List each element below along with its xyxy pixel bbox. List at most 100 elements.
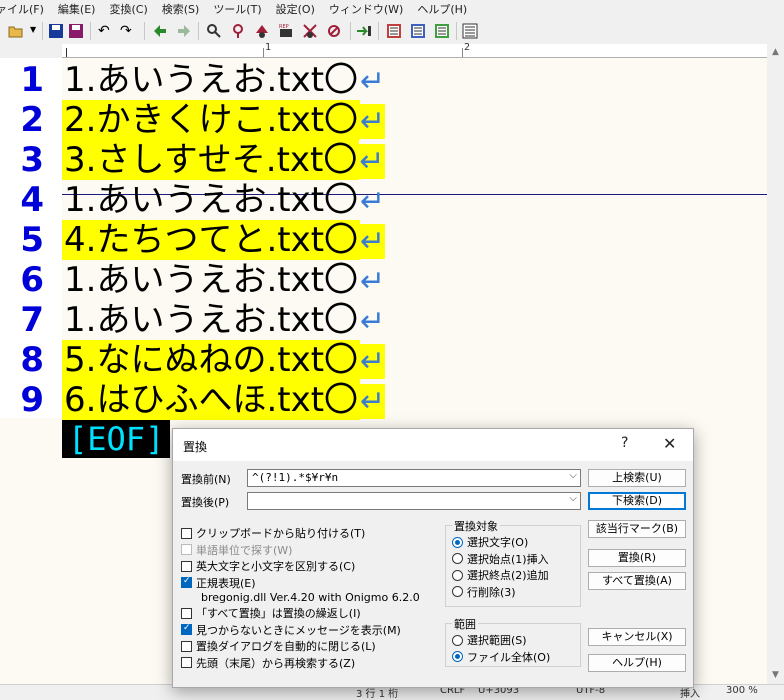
option-label: 英大文字と小文字を区別する(C) bbox=[196, 560, 356, 573]
return-mark-icon: ↵ bbox=[360, 344, 386, 379]
line-number: 1 bbox=[20, 60, 44, 100]
chevron-down-icon[interactable]: ⌵ bbox=[569, 493, 577, 504]
option-label: 置換ダイアログを自動的に閉じる(L) bbox=[196, 640, 376, 653]
find-prev-icon[interactable] bbox=[230, 23, 246, 39]
save-all-icon[interactable] bbox=[68, 23, 84, 39]
radio-option[interactable]: ファイル全体(O) bbox=[452, 649, 550, 665]
find-input-value: ^(?!1).*$¥r¥n bbox=[252, 471, 339, 484]
ruler: 1 2 bbox=[62, 42, 767, 58]
replace-input[interactable]: ⌵ bbox=[247, 492, 581, 510]
checkbox-icon bbox=[181, 527, 192, 539]
menu-item[interactable]: ウィンドウ(W) bbox=[329, 1, 403, 17]
menu-item[interactable]: 編集(E) bbox=[58, 1, 96, 17]
checkbox-icon bbox=[181, 607, 192, 619]
radio-option[interactable]: 選択始点(1)挿入 bbox=[452, 551, 549, 567]
return-mark-icon: ↵ bbox=[359, 144, 385, 179]
radio-option[interactable]: 選択範囲(S) bbox=[452, 632, 527, 648]
back-arrow-icon[interactable] bbox=[152, 23, 168, 39]
open-folder-icon[interactable] bbox=[8, 23, 24, 39]
menu-item[interactable]: ァイル(F) bbox=[0, 1, 44, 17]
radio-option[interactable]: 行削除(3) bbox=[452, 584, 516, 600]
help-icon[interactable]: ? bbox=[621, 435, 628, 451]
editor-line[interactable]: 1.あいうえお.txt〇↵ bbox=[62, 260, 385, 300]
close-icon[interactable]: ✕ bbox=[663, 434, 676, 453]
option-checkbox[interactable]: 見つからないときにメッセージを表示(M) bbox=[181, 622, 401, 638]
replace-button[interactable]: 置換(R) bbox=[588, 549, 686, 567]
line-text: 4.たちつてと.txt〇 bbox=[62, 220, 361, 260]
checkbox-icon bbox=[181, 560, 192, 572]
editor-line[interactable]: 2.かきくけこ.txt〇↵ bbox=[62, 100, 386, 140]
tag-jump-icon[interactable] bbox=[356, 23, 372, 39]
help-button[interactable]: ヘルプ(H) bbox=[588, 654, 686, 672]
checkbox-icon bbox=[181, 657, 192, 668]
menu-item[interactable]: ツール(T) bbox=[213, 1, 261, 17]
menu-item[interactable]: 変換(C) bbox=[109, 1, 147, 17]
redo-icon[interactable]: ↷ bbox=[120, 23, 136, 39]
vertical-scrollbar[interactable]: ▲ ▼ bbox=[767, 44, 784, 684]
save-icon[interactable] bbox=[48, 23, 64, 39]
line-number: 9 bbox=[20, 380, 44, 420]
settings-font-icon[interactable] bbox=[434, 23, 450, 39]
line-number: 4 bbox=[20, 180, 44, 220]
find-input[interactable]: ^(?!1).*$¥r¥n ⌵ bbox=[247, 469, 581, 487]
option-checkbox[interactable]: 正規表現(E) bbox=[181, 575, 256, 591]
menu-item[interactable]: 検索(S) bbox=[162, 1, 200, 17]
option-checkbox[interactable]: 「すべて置換」は置換の繰返し(I) bbox=[181, 605, 361, 621]
find-up-button[interactable]: 上検索(U) bbox=[588, 469, 686, 487]
line-number: 6 bbox=[20, 260, 44, 300]
return-mark-icon: ↵ bbox=[360, 384, 386, 419]
line-number: 7 bbox=[20, 300, 44, 340]
window-list-icon[interactable] bbox=[462, 23, 478, 39]
cancel-button[interactable]: キャンセル(X) bbox=[588, 628, 686, 646]
editor-line[interactable]: 4.たちつてと.txt〇↵ bbox=[62, 220, 386, 260]
dropdown-arrow-icon[interactable]: ▼ bbox=[30, 25, 36, 34]
replace-target-group: 置換対象 選択文字(O) 選択始点(1)挿入 選択終点(2)追加 行削除(3) bbox=[445, 518, 581, 607]
replace-all-button[interactable]: すべて置換(A) bbox=[588, 572, 686, 590]
find-down-button[interactable]: 下検索(D) bbox=[588, 492, 686, 510]
option-label: 見つからないときにメッセージを表示(M) bbox=[196, 623, 401, 637]
option-checkbox[interactable]: 置換ダイアログを自動的に閉じる(L) bbox=[181, 638, 376, 654]
search-clear-icon[interactable] bbox=[326, 23, 342, 39]
return-mark-icon: ↵ bbox=[360, 104, 386, 139]
option-checkbox[interactable]: 英大文字と小文字を区別する(C) bbox=[181, 558, 355, 574]
editor-line[interactable]: 1.あいうえお.txt〇↵ bbox=[62, 300, 385, 340]
editor-line[interactable]: 3.さしすせそ.txt〇↵ bbox=[62, 140, 385, 180]
radio-label: 選択始点(1)挿入 bbox=[467, 552, 549, 566]
grep-icon[interactable]: REP bbox=[278, 23, 294, 39]
menu-bar: ァイル(F) 編集(E) 変換(C) 検索(S) ツール(T) 設定(O) ウィンドウ(W)… bbox=[0, 0, 784, 18]
svg-text:REP: REP bbox=[279, 24, 289, 30]
editor-line[interactable]: 6.はひふへほ.txt〇↵ bbox=[62, 380, 386, 420]
option-label: 正規表現(E) bbox=[196, 576, 256, 590]
forward-arrow-icon[interactable] bbox=[176, 23, 192, 39]
option-checkbox[interactable]: クリップボードから貼り付ける(T) bbox=[181, 525, 365, 541]
scroll-up-icon[interactable]: ▲ bbox=[767, 44, 784, 61]
return-mark-icon: ↵ bbox=[360, 304, 386, 339]
mark-lines-button[interactable]: 該当行マーク(B) bbox=[588, 520, 686, 538]
line-text: 1.あいうえお.txt〇 bbox=[64, 60, 359, 100]
replace-icon[interactable] bbox=[302, 23, 318, 39]
chevron-down-icon[interactable]: ⌵ bbox=[569, 470, 577, 481]
editor-line[interactable]: 5.なにぬねの.txt〇↵ bbox=[62, 340, 386, 380]
line-text: 5.なにぬねの.txt〇 bbox=[62, 340, 361, 380]
line-number: 8 bbox=[20, 340, 44, 380]
radio-selected-icon bbox=[452, 651, 463, 662]
option-checkbox[interactable]: 先頭（末尾）から再検索する(Z) bbox=[181, 655, 355, 671]
editor-line[interactable]: 1.あいうえお.txt〇↵ bbox=[62, 60, 385, 100]
range-group: 範囲 選択範囲(S) ファイル全体(O) bbox=[445, 616, 581, 667]
gutter-empty-area bbox=[0, 418, 62, 696]
radio-option[interactable]: 選択終点(2)追加 bbox=[452, 567, 549, 583]
settings-type-icon[interactable] bbox=[410, 23, 426, 39]
find-icon[interactable] bbox=[206, 23, 222, 39]
undo-icon[interactable]: ↶ bbox=[98, 23, 114, 39]
menu-item[interactable]: ヘルプ(H) bbox=[417, 1, 467, 17]
menu-item[interactable]: 設定(O) bbox=[276, 1, 315, 17]
scroll-down-icon[interactable]: ▼ bbox=[767, 667, 784, 684]
editor-line[interactable]: 1.あいうえお.txt〇↵ bbox=[62, 180, 385, 220]
ruler-mark-2: 2 bbox=[464, 42, 471, 53]
radio-selected-icon bbox=[452, 536, 463, 548]
replace-label: 置換後(P) bbox=[181, 496, 230, 509]
radio-option[interactable]: 選択文字(O) bbox=[452, 534, 528, 550]
settings-common-icon[interactable] bbox=[386, 23, 402, 39]
find-next-icon[interactable] bbox=[254, 23, 270, 39]
radio-icon bbox=[452, 586, 463, 597]
